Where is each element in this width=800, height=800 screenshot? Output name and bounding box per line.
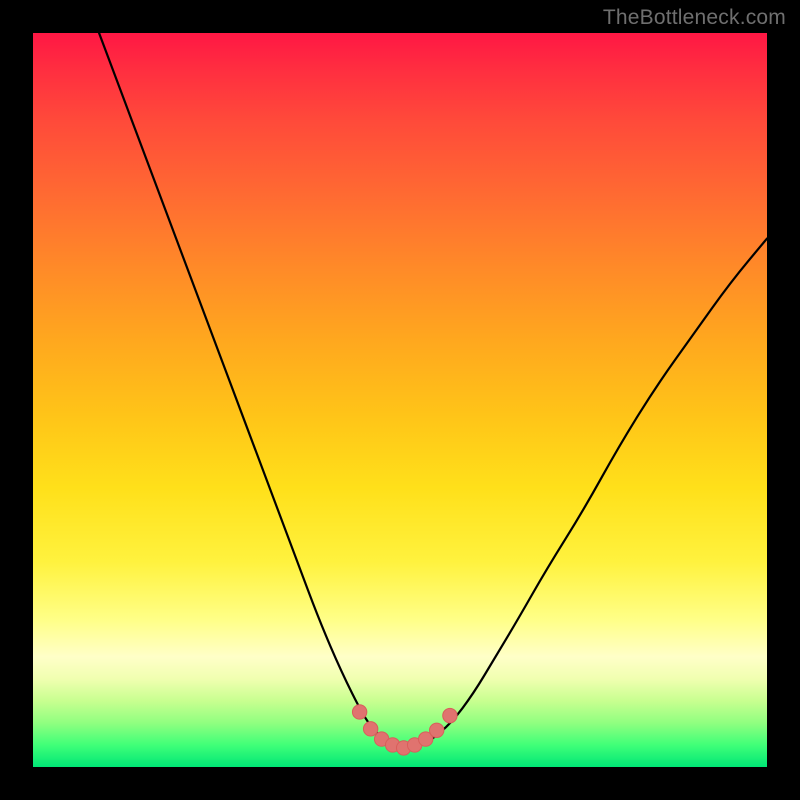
optimal-markers bbox=[352, 705, 457, 755]
marker-point bbox=[430, 723, 444, 737]
watermark-text: TheBottleneck.com bbox=[603, 6, 786, 30]
marker-point bbox=[363, 722, 377, 736]
plot-area bbox=[33, 33, 767, 767]
marker-point bbox=[443, 708, 457, 722]
marker-point bbox=[352, 705, 366, 719]
chart-svg bbox=[33, 33, 767, 767]
chart-frame: TheBottleneck.com bbox=[0, 0, 800, 800]
bottleneck-curve bbox=[99, 33, 767, 748]
